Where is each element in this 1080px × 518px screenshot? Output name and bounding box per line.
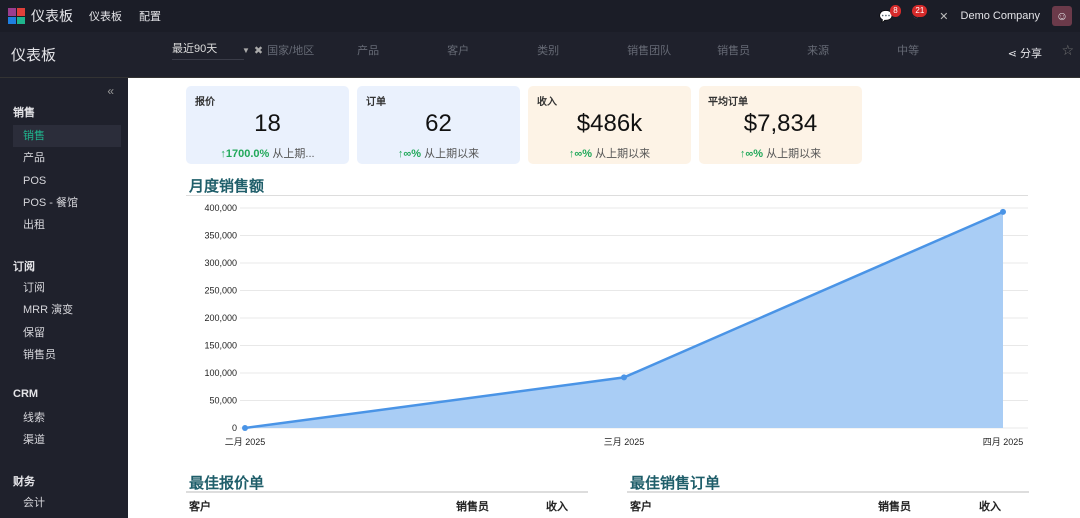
x-tick-label: 三月 2025 <box>604 437 645 447</box>
menu-dashboard[interactable]: 仪表板 <box>89 8 122 24</box>
filter-source[interactable]: 来源 <box>807 42 897 58</box>
share-label: 分享 <box>1020 48 1042 60</box>
company-switcher[interactable]: Demo Company <box>961 10 1040 22</box>
kpi-card-revenue[interactable]: 收入 $486k ↑∞% 从上期以来 <box>528 86 691 164</box>
control-panel: 仪表板 最近90天 ▼ ✖ 国家/地区 产品 客户 类别 销售团队 销售员 来源… <box>0 32 1080 78</box>
messages-badge: 8 <box>890 4 901 17</box>
activities-badge: 21 <box>912 5 928 17</box>
filter-customer[interactable]: 客户 <box>447 42 537 58</box>
kpi-card-orders[interactable]: 订单 62 ↑∞% 从上期以来 <box>357 86 520 164</box>
share-icon: ⋖ <box>1007 48 1020 60</box>
kpi-value: 62 <box>425 110 452 137</box>
kpi-change-note: 从上期以来 <box>595 148 651 160</box>
kpi-change-value: ↑∞% <box>739 148 764 160</box>
y-tick-label: 100,000 <box>204 368 237 378</box>
kpi-change-note: 从上期... <box>272 148 315 160</box>
data-point[interactable] <box>242 425 248 431</box>
app-title[interactable]: 仪表板 <box>31 6 73 26</box>
sidebar-item-pipeline[interactable]: 渠道 <box>13 429 121 451</box>
top-orders-title: 最佳销售订单 <box>630 475 721 492</box>
kpi-label: 收入 <box>537 97 557 108</box>
section-subscriptions: 订阅 <box>13 261 35 273</box>
y-tick-label: 350,000 <box>204 231 237 241</box>
sidebar-item-sales[interactable]: 销售 <box>13 125 121 147</box>
monthly-sales-chart: 0 50,000 100,000 150,000 200,000 250,000 300,0… <box>204 203 1028 447</box>
kpi-label: 平均订单 <box>708 97 748 108</box>
kpi-label: 订单 <box>366 97 386 108</box>
area-fill <box>245 211 1003 428</box>
y-tick-label: 300,000 <box>204 258 237 268</box>
activities-button[interactable]: ◔21 <box>912 5 928 22</box>
kpi-change-note: 从上期以来 <box>766 148 822 160</box>
sidebar-item-accounting[interactable]: 会计 <box>13 492 121 514</box>
dropdown-caret-icon[interactable]: ▼ <box>242 46 250 55</box>
x-tick-label: 四月 2025 <box>983 437 1024 447</box>
collapse-sidebar-icon[interactable]: « <box>107 84 114 98</box>
filter-country[interactable]: 国家/地区 <box>267 42 357 58</box>
kpi-change: ↑1700.0% 从上期... <box>186 145 349 161</box>
y-tick-label: 0 <box>232 423 237 433</box>
y-tick-label: 200,000 <box>204 313 237 323</box>
kpi-change: ↑∞% 从上期以来 <box>528 145 691 161</box>
kpi-value: 18 <box>254 110 281 137</box>
kpi-change: ↑∞% 从上期以来 <box>357 145 520 161</box>
filter-salesperson[interactable]: 销售员 <box>717 42 807 58</box>
sidebar: « 销售 销售 产品 POS POS - 餐馆 出租 订阅 订阅 MRR 演变 … <box>0 78 128 518</box>
section-sales: 销售 <box>13 107 35 119</box>
sidebar-item-mrr[interactable]: MRR 演变 <box>13 299 121 321</box>
y-tick-label: 50,000 <box>209 396 237 406</box>
section-crm: CRM <box>13 388 39 400</box>
filter-medium[interactable]: 中等 <box>897 42 987 58</box>
kpi-change-value: ↑∞% <box>568 148 593 160</box>
avatar[interactable]: ☺ <box>1052 6 1072 26</box>
sidebar-item-leads[interactable]: 线索 <box>13 407 121 429</box>
menu-config[interactable]: 配置 <box>139 8 161 24</box>
favorite-star-icon[interactable]: ☆ <box>1061 42 1074 59</box>
col-customer[interactable]: 客户 <box>189 498 211 514</box>
kpi-change-note: 从上期以来 <box>424 148 480 160</box>
share-button[interactable]: ⋖ 分享 <box>1008 45 1042 61</box>
x-tick-label: 二月 2025 <box>225 437 266 447</box>
top-navbar: 仪表板 仪表板 配置 💬8 ◔21 ✕ Demo Company ☺ <box>0 0 1080 32</box>
sidebar-item-products[interactable]: 产品 <box>13 147 121 169</box>
filter-product[interactable]: 产品 <box>357 42 447 58</box>
tools-icon[interactable]: ✕ <box>939 10 948 23</box>
sidebar-item-subscriptions[interactable]: 订阅 <box>13 277 121 299</box>
kpi-change-value: ↑∞% <box>397 148 422 160</box>
kpi-card-quotes[interactable]: 报价 18 ↑1700.0% 从上期... <box>186 86 349 164</box>
app-logo-icon[interactable] <box>8 8 25 24</box>
sidebar-item-rental[interactable]: 出租 <box>13 214 121 236</box>
y-tick-label: 400,000 <box>204 203 237 213</box>
kpi-value: $7,834 <box>743 110 818 137</box>
section-finance: 财务 <box>13 476 35 488</box>
col-revenue[interactable]: 收入 <box>979 498 1001 514</box>
sidebar-item-salespeople[interactable]: 销售员 <box>13 344 121 366</box>
col-salesperson[interactable]: 销售员 <box>878 498 911 514</box>
kpi-change-value: ↑1700.0% <box>220 148 270 160</box>
sidebar-item-retention[interactable]: 保留 <box>13 322 121 344</box>
data-point[interactable] <box>621 374 627 381</box>
kpi-card-avg-order[interactable]: 平均订单 $7,834 ↑∞% 从上期以来 <box>699 86 862 164</box>
col-revenue[interactable]: 收入 <box>546 498 568 514</box>
kpi-label: 报价 <box>195 97 215 108</box>
chart-title: 月度销售额 <box>189 178 265 195</box>
y-tick-label: 150,000 <box>204 341 237 351</box>
y-tick-label: 250,000 <box>204 286 237 296</box>
kpi-value: $486k <box>576 110 643 137</box>
sidebar-item-pos-restaurant[interactable]: POS - 餐馆 <box>13 192 121 214</box>
messages-button[interactable]: 💬 8 <box>879 4 901 23</box>
sidebar-item-pos[interactable]: POS <box>13 170 121 192</box>
clear-filter-icon[interactable]: ✖ <box>254 44 263 57</box>
col-salesperson[interactable]: 销售员 <box>456 498 489 514</box>
data-point[interactable] <box>1000 208 1006 215</box>
dashboard-content: 报价 18 ↑1700.0% 从上期... 订单 62 ↑∞% 从上期以来 收入 $486k ↑… <box>128 78 1080 518</box>
top-quotes-title: 最佳报价单 <box>189 475 265 492</box>
filter-sales-team[interactable]: 销售团队 <box>627 42 717 58</box>
col-customer[interactable]: 客户 <box>630 498 652 514</box>
date-filter-select[interactable]: 最近90天 <box>172 40 244 60</box>
page-title: 仪表板 <box>11 47 57 64</box>
kpi-change: ↑∞% 从上期以来 <box>699 145 862 161</box>
filter-category[interactable]: 类别 <box>537 42 627 58</box>
